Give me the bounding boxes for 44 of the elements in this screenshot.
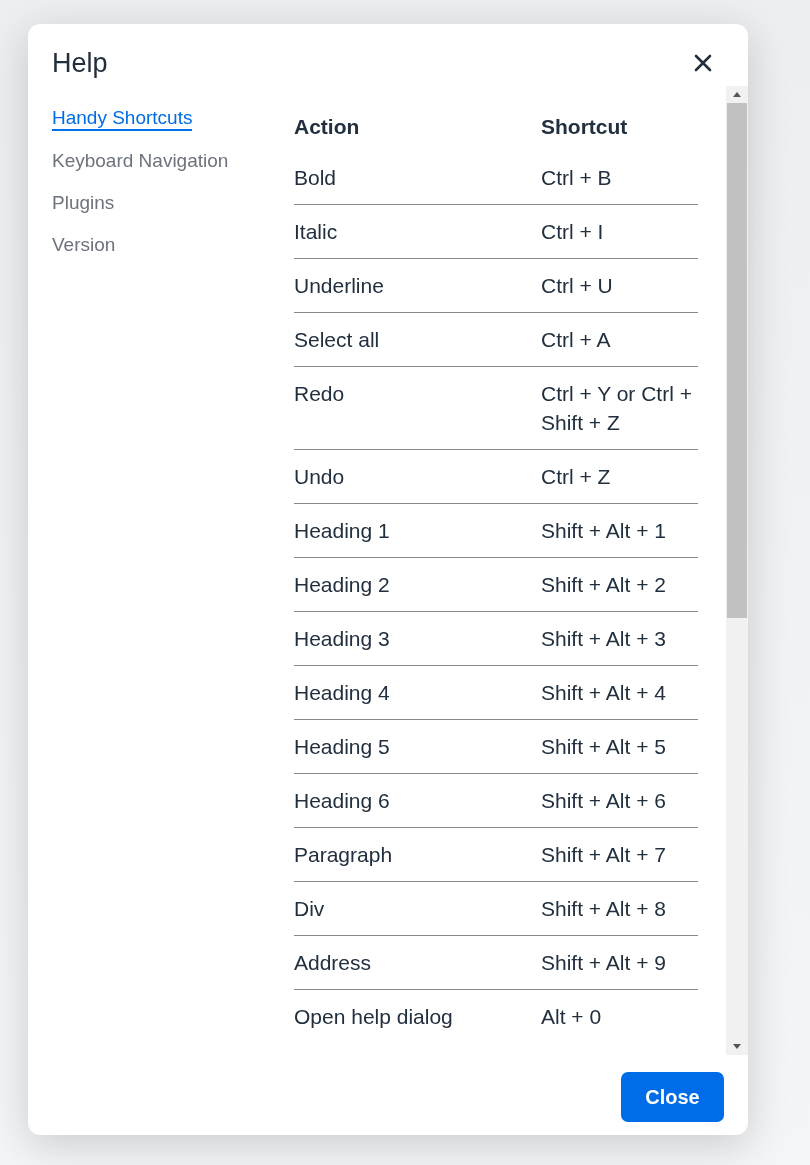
table-cell-text: Shift + Alt + 9 (541, 950, 667, 976)
table-cell-text: Heading 3 (294, 626, 391, 652)
nav-tab[interactable]: Keyboard Navigation (52, 148, 229, 173)
dialog-title: Help (52, 47, 108, 79)
table-cell-text: Ctrl + Y or Ctrl + Shift + Z (541, 381, 693, 436)
table-cell-text: Shift + Alt + 4 (541, 680, 667, 706)
table-cell-text: Shift + Alt + 2 (541, 572, 667, 598)
table-cell-text: Heading 5 (294, 734, 391, 760)
table-cell-text: Undo (294, 464, 346, 490)
close-button[interactable]: Close (621, 1072, 724, 1122)
table-cell-text: Heading 1 (294, 518, 391, 544)
scroll-down-icon[interactable] (733, 1044, 741, 1049)
scroll-up-icon[interactable] (733, 92, 741, 97)
close-icon[interactable] (694, 54, 712, 72)
table-cell-text: Redo (294, 381, 346, 407)
table-cell-text: Div (294, 896, 326, 922)
table-cell-text: Italic (294, 219, 339, 245)
table-cell-text: Select all (294, 327, 381, 353)
nav-tab[interactable]: Handy Shortcuts (52, 106, 193, 131)
table-cell-text: Ctrl + A (541, 327, 612, 353)
table-cell-text: Heading 6 (294, 788, 391, 814)
scrollbar[interactable] (726, 86, 748, 1055)
table-cell-text: Alt + 0 (541, 1004, 603, 1030)
table-cell-text: Ctrl + I (541, 219, 605, 245)
table-cell-text: Address (294, 950, 373, 976)
table-cell-text: Ctrl + B (541, 165, 613, 191)
table-cell-text: Shift + Alt + 8 (541, 896, 667, 922)
table-cell-text: Bold (294, 165, 338, 191)
table-cell-text: Heading 2 (294, 572, 391, 598)
table-cell-text: Open help dialog (294, 1004, 454, 1030)
table-cell-text: Shift + Alt + 5 (541, 734, 667, 760)
nav-tab[interactable]: Plugins (52, 190, 115, 215)
column-header: Action (294, 114, 361, 140)
column-header: Shortcut (541, 114, 629, 140)
table-cell-text: Shift + Alt + 3 (541, 626, 667, 652)
nav-tab[interactable]: Version (52, 232, 116, 257)
table-cell-text: Ctrl + Z (541, 464, 612, 490)
table-cell-text: Underline (294, 273, 385, 299)
table-cell-text: Heading 4 (294, 680, 391, 706)
table-cell-text: Shift + Alt + 1 (541, 518, 667, 544)
table-cell-text: Paragraph (294, 842, 394, 868)
table-cell-text: Ctrl + U (541, 273, 614, 299)
table-cell-text: Shift + Alt + 7 (541, 842, 667, 868)
table-cell-text: Shift + Alt + 6 (541, 788, 667, 814)
